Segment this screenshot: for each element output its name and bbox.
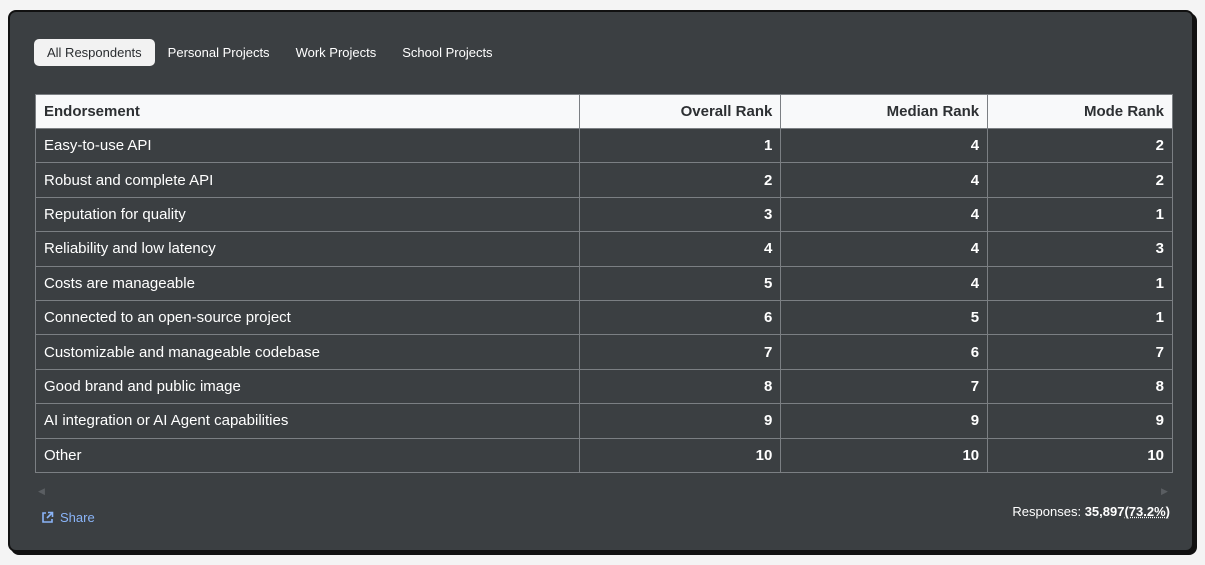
- mode-rank-cell: 1: [987, 265, 1173, 301]
- tab-all-respondents[interactable]: All Respondents: [34, 38, 155, 66]
- overall-rank-cell: 5: [578, 265, 782, 301]
- column-header-endorsement: Endorsement: [35, 94, 580, 129]
- mode-rank-cell: 2: [987, 127, 1173, 164]
- overall-rank-cell: 2: [578, 162, 782, 198]
- endorsement-cell: Other: [35, 437, 580, 473]
- overall-rank-cell: 8: [578, 368, 782, 405]
- respondent-tabs: All Respondents Personal Projects Work P…: [34, 38, 506, 66]
- table-row: Reliability and low latency 4 4 3: [35, 231, 1173, 267]
- mode-rank-cell: 10: [987, 437, 1173, 473]
- endorsement-cell: Reliability and low latency: [35, 231, 580, 267]
- median-rank-cell: 4: [780, 196, 989, 233]
- mode-rank-cell: 1: [987, 196, 1173, 233]
- endorsement-cell: Reputation for quality: [35, 196, 580, 233]
- overall-rank-cell: 10: [578, 437, 782, 473]
- endorsement-cell: Robust and complete API: [35, 162, 580, 198]
- median-rank-cell: 7: [780, 368, 989, 405]
- tab-school-projects[interactable]: School Projects: [389, 39, 505, 66]
- responses-count: 35,897: [1084, 504, 1125, 519]
- mode-rank-cell: 1: [987, 299, 1173, 336]
- external-link-icon: [41, 511, 54, 524]
- table-row: Connected to an open-source project 6 5 …: [35, 299, 1173, 336]
- tab-work-projects[interactable]: Work Projects: [283, 39, 390, 66]
- median-rank-cell: 5: [780, 299, 989, 336]
- median-rank-cell: 10: [780, 437, 989, 473]
- column-header-mode-rank: Mode Rank: [987, 94, 1173, 129]
- overall-rank-cell: 7: [578, 334, 782, 370]
- mode-rank-cell: 9: [987, 403, 1173, 439]
- endorsement-cell: AI integration or AI Agent capabilities: [35, 403, 580, 439]
- mode-rank-cell: 8: [987, 368, 1173, 405]
- table-row: AI integration or AI Agent capabilities …: [35, 403, 1173, 439]
- table-row: Robust and complete API 2 4 2: [35, 162, 1173, 198]
- tab-personal-projects[interactable]: Personal Projects: [155, 39, 283, 66]
- endorsement-cell: Connected to an open-source project: [35, 299, 580, 336]
- scroll-left-arrow-icon[interactable]: ◀: [38, 486, 45, 497]
- responses-summary: Responses: 35,897(73.2%): [1012, 504, 1170, 519]
- table-header-row: Endorsement Overall Rank Median Rank Mod…: [35, 94, 1173, 129]
- responses-label: Responses:: [1012, 504, 1082, 519]
- overall-rank-cell: 4: [578, 231, 782, 267]
- median-rank-cell: 4: [780, 231, 989, 267]
- table-row: Good brand and public image 8 7 8: [35, 368, 1173, 405]
- median-rank-cell: 6: [780, 334, 989, 370]
- median-rank-cell: 4: [780, 162, 989, 198]
- mode-rank-cell: 7: [987, 334, 1173, 370]
- median-rank-cell: 4: [780, 265, 989, 301]
- median-rank-cell: 9: [780, 403, 989, 439]
- endorsement-cell: Good brand and public image: [35, 368, 580, 405]
- endorsement-cell: Costs are manageable: [35, 265, 580, 301]
- column-header-median-rank: Median Rank: [780, 94, 989, 129]
- table-row: Reputation for quality 3 4 1: [35, 196, 1173, 233]
- table-row: Easy-to-use API 1 4 2: [35, 127, 1173, 164]
- mode-rank-cell: 2: [987, 162, 1173, 198]
- endorsement-cell: Customizable and manageable codebase: [35, 334, 580, 370]
- scroll-right-arrow-icon[interactable]: ▶: [1161, 486, 1168, 497]
- endorsement-rank-table: Endorsement Overall Rank Median Rank Mod…: [35, 94, 1173, 473]
- table-row: Costs are manageable 5 4 1: [35, 265, 1173, 301]
- column-header-overall-rank: Overall Rank: [578, 94, 782, 129]
- overall-rank-cell: 6: [578, 299, 782, 336]
- median-rank-cell: 4: [780, 127, 989, 164]
- table-row: Customizable and manageable codebase 7 6…: [35, 334, 1173, 370]
- responses-percentage: (73.2%): [1124, 504, 1170, 519]
- share-link[interactable]: Share: [41, 510, 95, 525]
- table-row: Other 10 10 10: [35, 437, 1173, 473]
- overall-rank-cell: 1: [578, 127, 782, 164]
- overall-rank-cell: 3: [578, 196, 782, 233]
- survey-card: All Respondents Personal Projects Work P…: [8, 10, 1194, 552]
- endorsement-cell: Easy-to-use API: [35, 127, 580, 164]
- overall-rank-cell: 9: [578, 403, 782, 439]
- mode-rank-cell: 3: [987, 231, 1173, 267]
- share-label: Share: [60, 510, 95, 525]
